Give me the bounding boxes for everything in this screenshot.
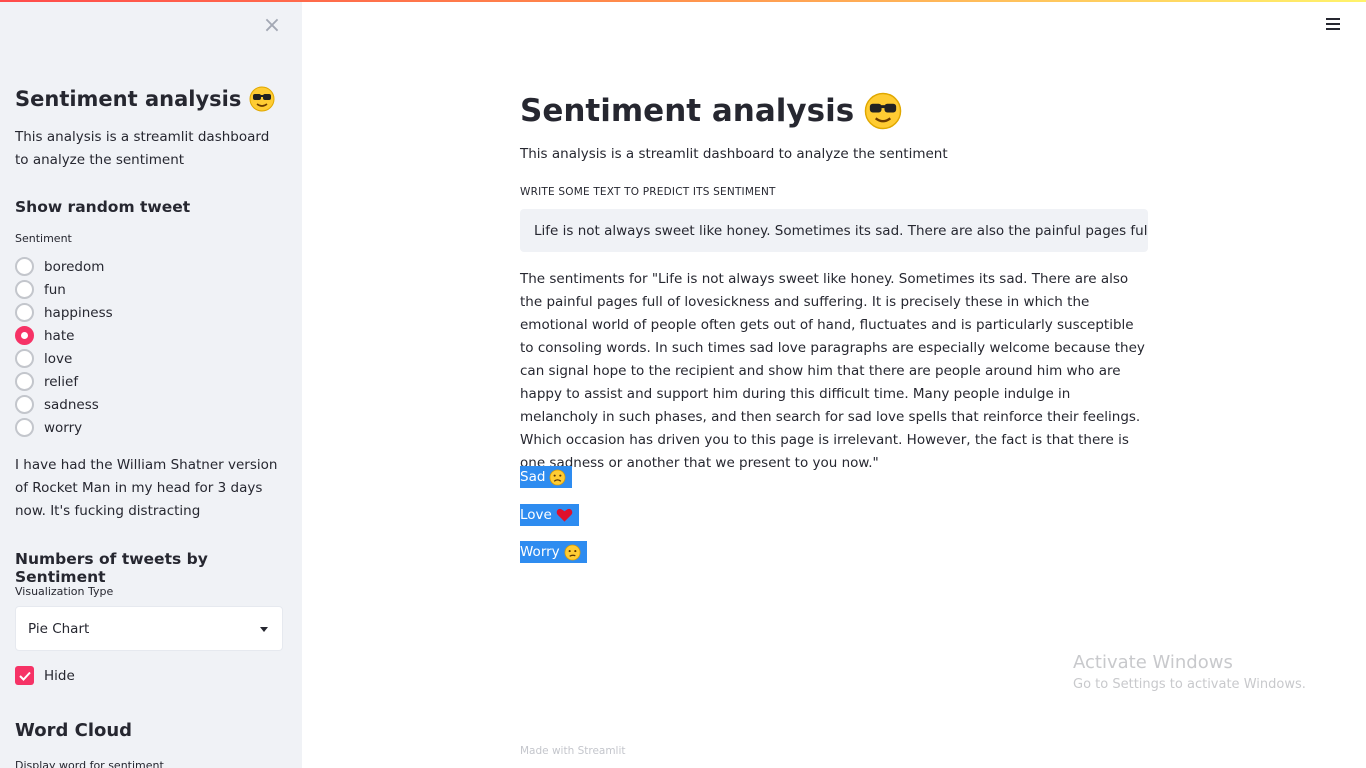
radio-label: love — [44, 350, 73, 367]
sentiment-text-input[interactable]: Life is not always sweet like honey. Som… — [520, 209, 1148, 252]
sentiment-radio-group: boredom fun happiness hate love relief s… — [15, 255, 113, 439]
radio-button[interactable] — [15, 372, 34, 391]
page-description: This analysis is a streamlit dashboard t… — [520, 146, 948, 162]
word-cloud-heading: Word Cloud — [15, 720, 133, 741]
radio-button-selected[interactable] — [15, 326, 34, 345]
worried-face-icon — [564, 544, 581, 560]
radio-option[interactable]: happiness — [15, 301, 113, 324]
radio-button[interactable] — [15, 280, 34, 299]
chevron-down-icon — [260, 627, 268, 632]
windows-watermark-subtitle: Go to Settings to activate Windows. — [1073, 677, 1306, 692]
visualization-type-label: Visualization Type — [15, 585, 114, 598]
radio-button[interactable] — [15, 303, 34, 322]
sentiment-tag-sad: Sad — [520, 466, 573, 488]
sentiment-tag-love: Love — [520, 504, 579, 526]
radio-button[interactable] — [15, 257, 34, 276]
radio-option[interactable]: sadness — [15, 393, 113, 416]
radio-label: hate — [44, 327, 75, 344]
select-value: Pie Chart — [28, 620, 90, 637]
page-title: Sentiment analysis — [520, 92, 902, 130]
checkbox-checked[interactable] — [15, 666, 34, 685]
sunglasses-emoji-icon — [249, 86, 275, 112]
numbers-heading: Numbers of tweets by Sentiment — [15, 550, 208, 586]
visualization-type-select[interactable]: Pie Chart — [15, 606, 283, 651]
radio-option[interactable]: boredom — [15, 255, 113, 278]
radio-option-selected[interactable]: hate — [15, 324, 113, 347]
radio-button[interactable] — [15, 418, 34, 437]
hamburger-menu-icon[interactable] — [1326, 18, 1342, 32]
radio-label: worry — [44, 419, 83, 436]
page-title-text: Sentiment analysis — [520, 93, 855, 129]
text-input-value: Life is not always sweet like honey. Som… — [534, 222, 1148, 239]
radio-option[interactable]: love — [15, 347, 113, 370]
sidebar: × Sentiment analysis This analysis is a … — [0, 0, 302, 768]
tag-label: Worry — [520, 544, 560, 560]
sad-face-icon — [549, 469, 566, 485]
word-cloud-label: Display word for sentiment — [15, 759, 164, 768]
radio-button[interactable] — [15, 349, 34, 368]
radio-option[interactable]: worry — [15, 416, 113, 439]
sentiment-tag-worry: Worry — [520, 541, 587, 563]
radio-label: happiness — [44, 304, 113, 321]
sidebar-description: This analysis is a streamlit dashboard t… — [15, 129, 270, 168]
radio-label: fun — [44, 281, 66, 298]
footer-made-with[interactable]: Made with Streamlit — [520, 745, 626, 757]
hide-checkbox[interactable]: Hide — [15, 666, 75, 685]
sentiment-result-text: The sentiments for "Life is not always s… — [520, 271, 1145, 471]
tag-label: Sad — [520, 469, 546, 485]
sentiment-label: Sentiment — [15, 232, 72, 245]
radio-label: boredom — [44, 258, 105, 275]
top-accent-bar — [0, 0, 1366, 2]
radio-option[interactable]: relief — [15, 370, 113, 393]
close-sidebar-icon[interactable]: × — [262, 14, 282, 38]
radio-label: relief — [44, 373, 79, 390]
sidebar-title-text: Sentiment analysis — [15, 87, 242, 111]
checkbox-label: Hide — [44, 667, 75, 684]
sunglasses-emoji-icon — [864, 92, 902, 130]
text-input-label: WRITE SOME TEXT TO PREDICT ITS SENTIMENT — [520, 186, 776, 198]
radio-button[interactable] — [15, 395, 34, 414]
random-tweet-heading: Show random tweet — [15, 198, 191, 216]
tag-label: Love — [520, 507, 552, 523]
windows-watermark-title: Activate Windows — [1073, 652, 1233, 673]
random-tweet-text: I have had the William Shatner version o… — [15, 457, 278, 519]
sidebar-title: Sentiment analysis — [15, 86, 275, 112]
checkmark-icon — [18, 671, 31, 681]
radio-label: sadness — [44, 396, 99, 413]
red-heart-icon — [556, 508, 573, 522]
radio-option[interactable]: fun — [15, 278, 113, 301]
